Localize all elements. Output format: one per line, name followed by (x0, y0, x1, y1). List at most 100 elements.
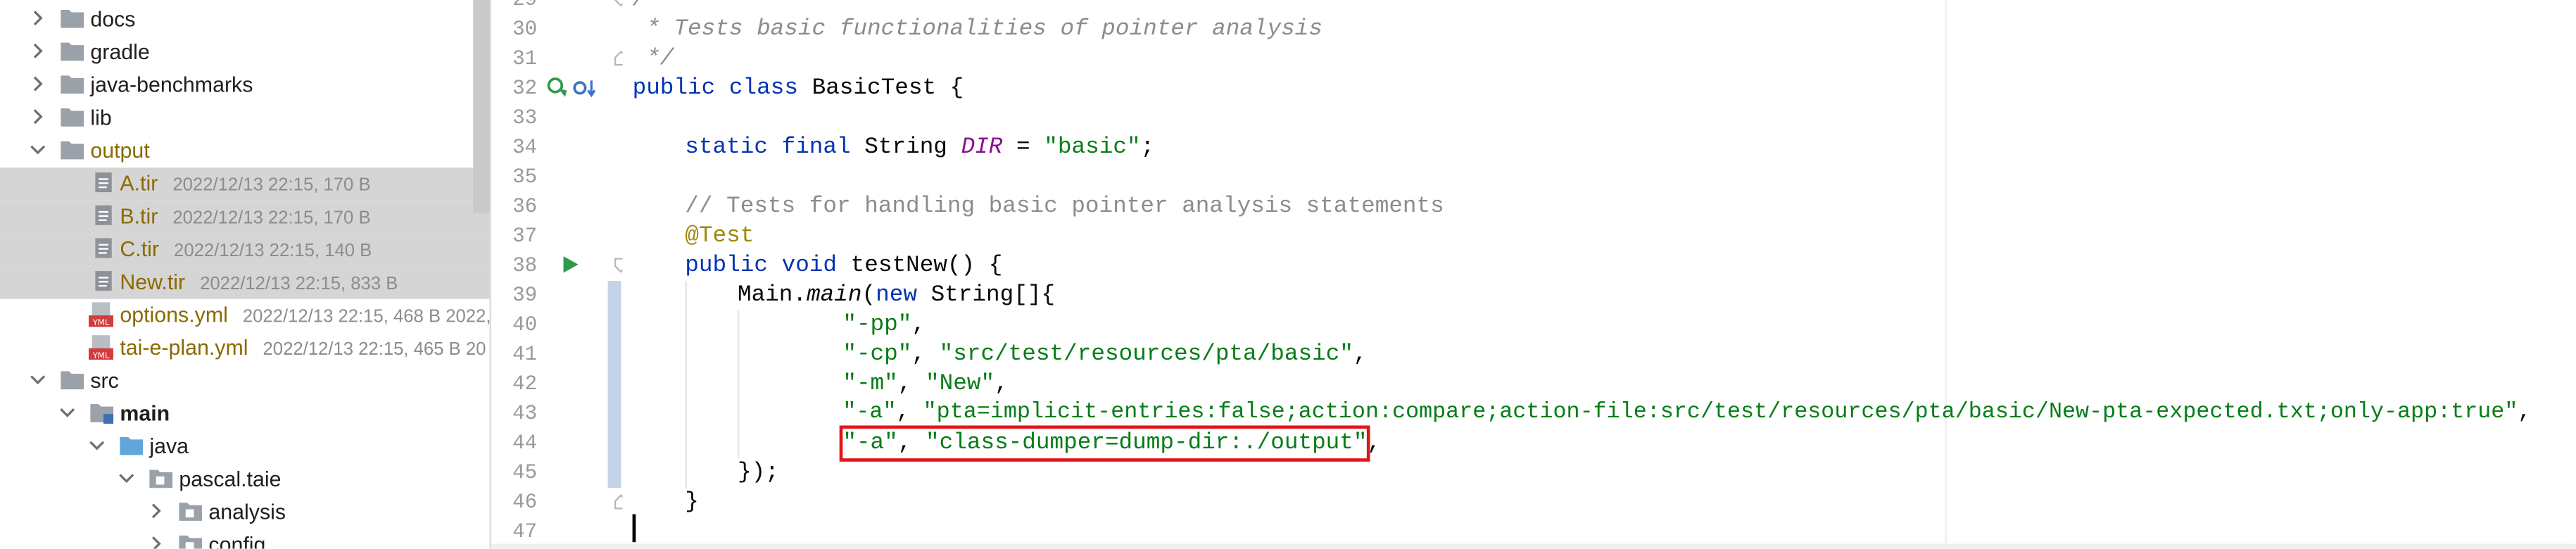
tree-item-java-benchmarks[interactable]: java-benchmarks (0, 69, 490, 102)
field-name: DIR (961, 134, 1003, 161)
tree-scrollbar-thumb[interactable] (473, 0, 490, 214)
tree-item-a-tir[interactable]: A.tir 2022/12/13 22:15, 170 B (0, 168, 490, 201)
text-caret (632, 514, 636, 543)
chevron-down-icon[interactable] (85, 434, 108, 457)
tree-item-docs[interactable]: docs (0, 4, 490, 37)
tree-item-label: output (90, 138, 150, 163)
chevron-right-icon[interactable] (26, 105, 49, 128)
tree-item-c-tir[interactable]: C.tir 2022/12/13 22:15, 140 B (0, 233, 490, 267)
keyword: void (781, 253, 838, 279)
tree-item-config[interactable]: config (0, 529, 490, 549)
line-number: 29 (512, 0, 538, 12)
keyword: class (728, 75, 798, 102)
string-literal: "basic" (1044, 134, 1141, 161)
chevron-right-icon[interactable] (144, 500, 168, 523)
tree-item-label: config (208, 532, 266, 549)
line-number: 40 (512, 313, 538, 337)
operator: = (1002, 134, 1044, 161)
tree-item-main[interactable]: main (0, 398, 490, 431)
tree-item-new-tir[interactable]: New.tir 2022/12/13 22:15, 833 B (0, 266, 490, 299)
tree-item-label: main (120, 400, 170, 426)
module-folder-icon (90, 404, 114, 424)
code-editor[interactable]: /** * Tests basic functionalities of poi… (622, 0, 2576, 549)
folder-icon (61, 141, 84, 160)
indent-guide (685, 281, 687, 488)
line-number: 35 (512, 165, 538, 189)
line-number: 44 (512, 431, 538, 455)
string-literal: "pta=implicit-entries:false;action:compa… (923, 400, 2518, 426)
chevron-right-icon[interactable] (26, 72, 49, 96)
class-name: BasicTest { (812, 75, 964, 102)
file-meta: 2022/12/13 22:15, 833 B (200, 274, 398, 294)
chevron-down-icon[interactable] (26, 138, 49, 161)
line-number: 39 (512, 284, 538, 308)
chevron-right-icon[interactable] (26, 6, 49, 30)
code-line-29: /** (632, 0, 674, 13)
text-file-icon (95, 271, 112, 291)
tree-item-label: pascal.taie (179, 466, 282, 491)
editor-gutter[interactable]: 29 30 31 32 33 34 35 36 37 38 39 40 41 4… (491, 0, 628, 549)
tree-item-pascal-taie[interactable]: pascal.taie (0, 463, 490, 496)
line-number: 46 (512, 491, 538, 515)
chevron-right-icon[interactable] (26, 39, 49, 63)
folder-icon (61, 42, 84, 61)
line-number: 41 (512, 343, 538, 367)
string-literal: "New" (926, 371, 995, 398)
punctuation: , (897, 371, 926, 398)
yml-file-icon: YML (89, 302, 114, 327)
file-meta: 2022/12/13 22:15, 465 B 20 (263, 340, 486, 360)
line-number: 45 (512, 461, 538, 485)
keyword: public (632, 75, 716, 102)
string-literal: "src/test/resources/pta/basic" (939, 341, 1353, 368)
folder-icon (61, 108, 84, 127)
chevron-down-icon[interactable] (26, 368, 49, 391)
run-test-icon[interactable] (560, 255, 580, 274)
keyword: new (876, 282, 917, 309)
chevron-right-icon[interactable] (144, 532, 168, 549)
project-tree[interactable]: docs gradle java-benchmarks lib output A… (0, 0, 490, 549)
tree-item-label: gradle (90, 39, 150, 65)
code-line-36: // Tests for handling basic pointer anal… (685, 194, 1444, 220)
tree-item-b-tir[interactable]: B.tir 2022/12/13 22:15, 170 B (0, 200, 490, 234)
code-line-39: Main.main(new String[]{ (738, 281, 1055, 310)
code-line-34: static final String DIR = "basic"; (685, 133, 1154, 163)
tree-item-label: B.tir (120, 203, 158, 229)
code-line-41: "-cp", "src/test/resources/pta/basic", (842, 340, 1367, 370)
line-number: 30 (512, 18, 538, 42)
tree-item-output[interactable]: output (0, 134, 490, 168)
code-line-37: @Test (685, 223, 755, 250)
tree-item-label: tai-e-plan.yml (120, 335, 248, 360)
right-margin-guide (1945, 0, 1947, 549)
svg-text:YML: YML (92, 351, 110, 360)
folder-icon (61, 10, 84, 28)
svg-text:YML: YML (92, 317, 110, 327)
tree-item-src[interactable]: src (0, 365, 490, 398)
tree-item-label: analysis (208, 499, 286, 524)
code-line-40: "-pp", (842, 310, 926, 340)
tree-item-tai-e-plan-yml[interactable]: YML tai-e-plan.yml 2022/12/13 22:15, 465 … (0, 332, 490, 365)
editor-bottom-border (491, 543, 2576, 549)
code-line-32: public class BasicTest { (633, 74, 964, 103)
indent-guide (737, 310, 740, 459)
yml-file-icon: YML (89, 335, 114, 360)
tree-item-label: A.tir (120, 170, 158, 196)
text-file-icon (95, 172, 112, 193)
folder-icon (61, 371, 84, 390)
chevron-down-icon[interactable] (115, 467, 138, 490)
tree-item-analysis[interactable]: analysis (0, 496, 490, 529)
code-token: String[]{ (916, 282, 1056, 309)
code-line-45: }); (737, 460, 779, 486)
tree-item-lib[interactable]: lib (0, 102, 490, 135)
tree-item-java[interactable]: java (0, 431, 490, 464)
line-number: 42 (512, 372, 538, 396)
tree-item-label: options.yml (120, 302, 228, 327)
chevron-down-icon[interactable] (56, 400, 79, 424)
tree-item-label: src (90, 367, 119, 393)
run-tests-icon[interactable] (545, 75, 569, 99)
tree-item-options-yml[interactable]: YML options.yml 2022/12/13 22:15, 468 B 2… (0, 299, 490, 332)
tree-item-label: docs (90, 6, 136, 32)
vcs-change-marker[interactable] (607, 281, 621, 488)
tree-item-gradle[interactable]: gradle (0, 36, 490, 69)
implementation-marker-icon[interactable] (572, 77, 598, 99)
line-number: 43 (512, 402, 538, 426)
